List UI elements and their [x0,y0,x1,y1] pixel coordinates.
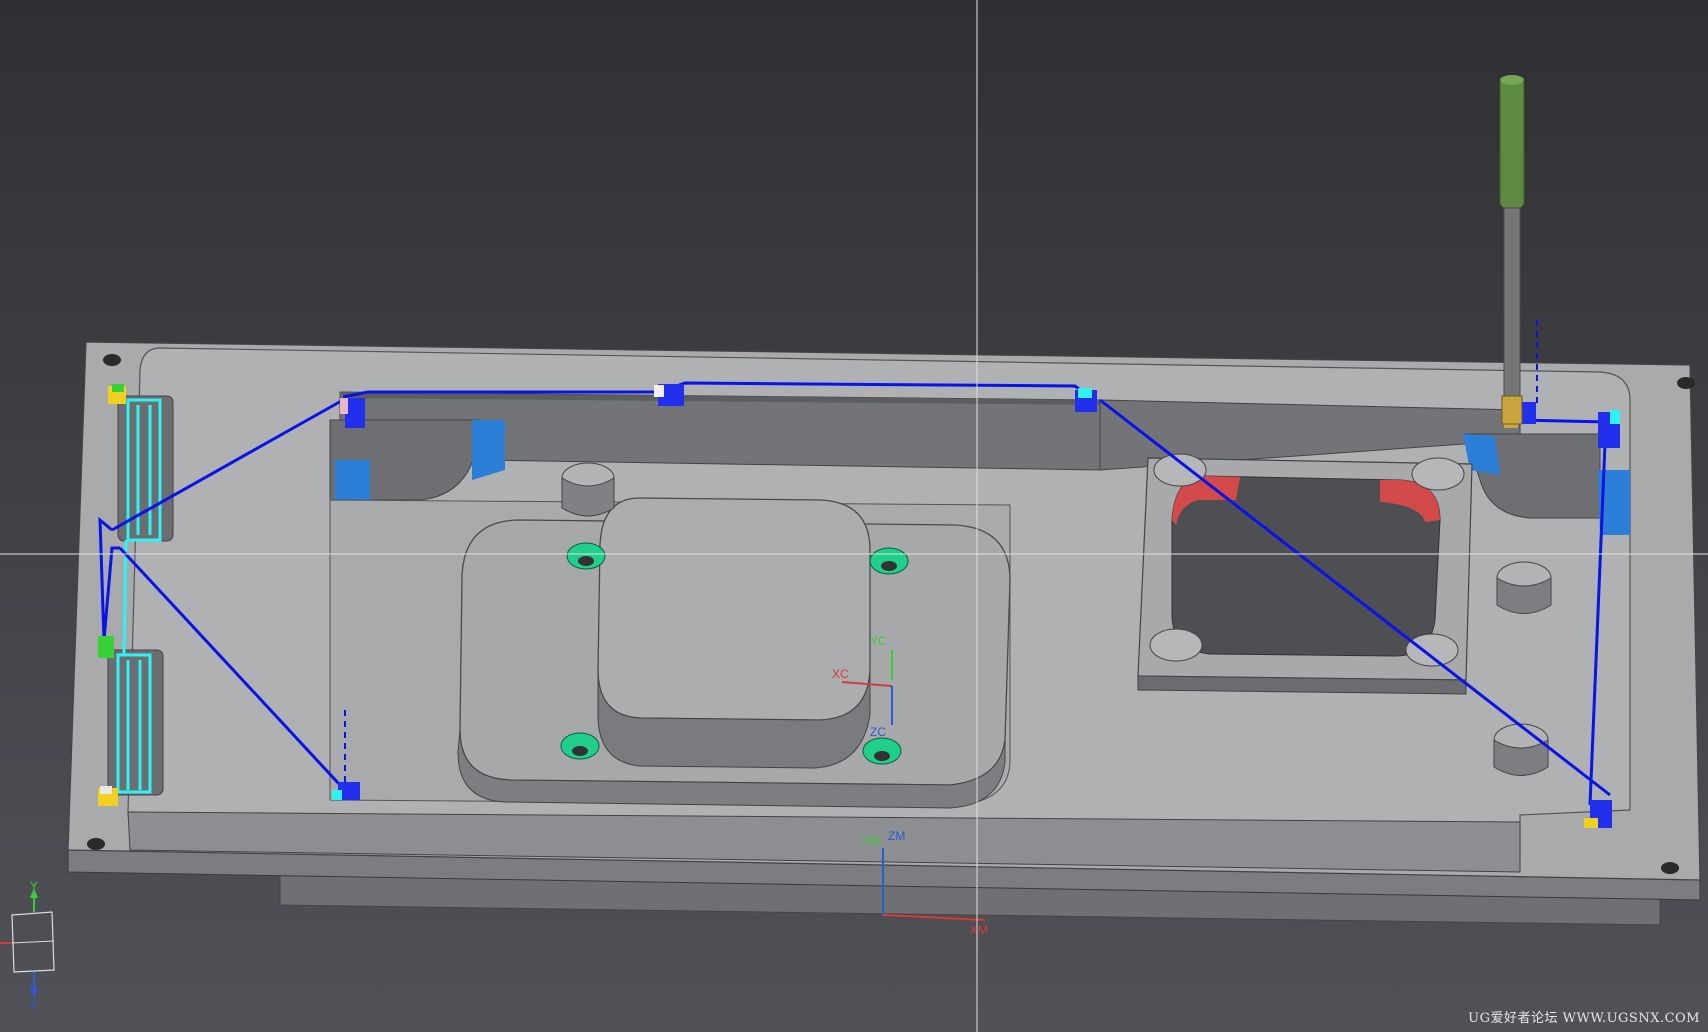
mcs-x-label: XM [970,923,988,937]
inner-boss-top [597,497,871,721]
mount-hole [1661,862,1679,874]
tool-holder-cap [1500,75,1524,85]
wcs-y-label: YC [870,634,887,648]
blue-wall-mid [472,420,505,480]
triad-y-label: Y [30,879,38,893]
tool-holder [1499,77,1525,209]
mount-hole [87,838,105,850]
view-orientation-triad[interactable]: Y Z [0,879,55,1011]
mount-hole [1677,377,1695,389]
mcs-z-label: ZM [888,829,905,843]
tool-shank [1503,207,1521,399]
wcs-x-label: XC [832,667,849,681]
wcs-z-label: ZC [870,725,886,739]
cutting-tool[interactable] [1499,75,1525,425]
triad-z-label: Z [30,997,37,1011]
mcs-y-label: YM [862,834,880,848]
graphics-viewport[interactable]: YC XC ZC YM ZM XM Y Z [0,0,1708,1032]
tool-tip [1501,395,1523,425]
mount-hole [103,354,121,366]
forum-watermark: UG爱好者论坛 WWW.UGSNX.COM [1468,1011,1700,1026]
